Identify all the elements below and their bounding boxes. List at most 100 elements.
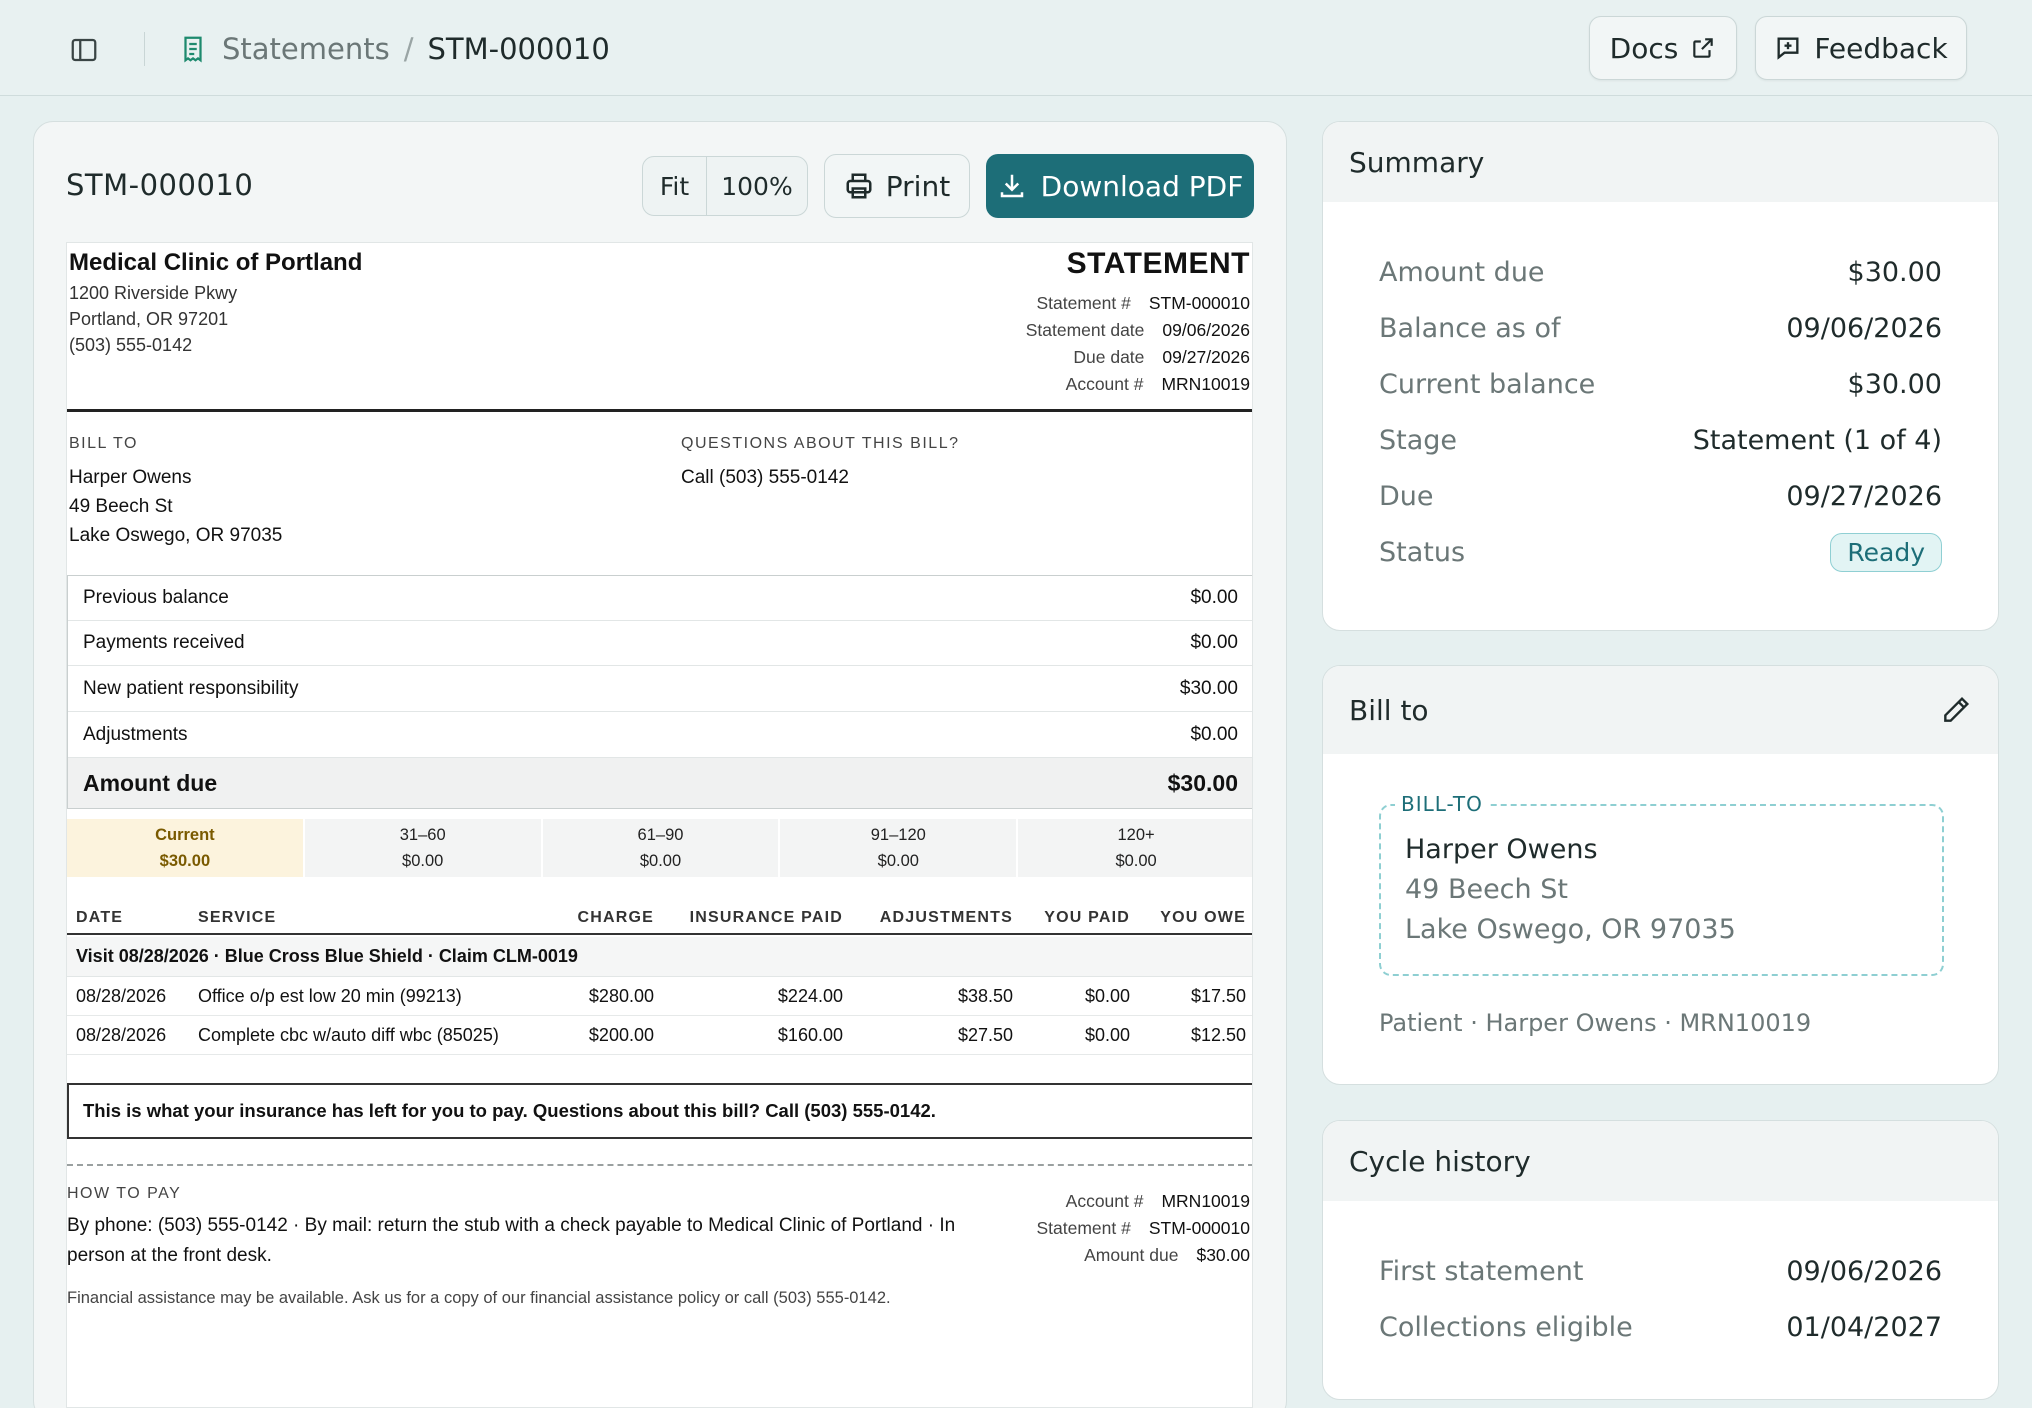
column-header-service: SERVICE xyxy=(198,909,277,926)
summary-row-status: Status Ready xyxy=(1379,532,1942,572)
aging-value: $0.00 xyxy=(402,852,444,870)
summary-label: New patient responsibility xyxy=(83,677,299,699)
feedback-button[interactable]: Feedback xyxy=(1755,16,1967,80)
summary-row-new-responsibility: New patient responsibility $30.00 xyxy=(68,666,1252,712)
feedback-label: Feedback xyxy=(1814,31,1948,65)
meta-label: Statement # xyxy=(1036,293,1131,313)
breadcrumb-statements-link[interactable]: Statements xyxy=(222,32,390,66)
receipt-icon xyxy=(184,36,202,63)
bill-to-label: BILL TO xyxy=(69,435,138,452)
cycle-row-collections-eligible: Collections eligible 01/04/2027 xyxy=(1379,1307,1942,1347)
table-row: 08/28/2026 Office o/p est low 20 min (99… xyxy=(67,977,1252,1016)
kv-label: Status xyxy=(1379,536,1466,568)
cell-charge: $200.00 xyxy=(588,1025,654,1045)
cell-you-owe: $12.50 xyxy=(1190,1025,1246,1045)
stub-account-number: Account # MRN10019 xyxy=(1066,1191,1250,1212)
stub-value: $30.00 xyxy=(1196,1245,1250,1265)
clinic-address-line2: Portland, OR 97201 xyxy=(69,309,229,329)
cell-you-owe: $17.50 xyxy=(1190,986,1246,1006)
stub-value: MRN10019 xyxy=(1161,1191,1250,1211)
top-bar: Statements / STM-000010 Docs Feedback xyxy=(0,0,2032,96)
transactions-header: DATE SERVICE CHARGE INSURANCE PAID ADJUS… xyxy=(67,903,1252,935)
statement-heading: STATEMENT xyxy=(1066,247,1250,280)
aging-value: $0.00 xyxy=(877,852,919,870)
cell-adjustments: $38.50 xyxy=(957,986,1013,1006)
aging-value: $30.00 xyxy=(159,852,211,870)
summary-card-title: Summary xyxy=(1349,145,1485,179)
patient-reference: Patient · Harper Owens · MRN10019 xyxy=(1379,1009,1812,1037)
kv-label: Current balance xyxy=(1379,368,1596,400)
sidebar-toggle-button[interactable] xyxy=(64,30,104,70)
aging-label: 61–90 xyxy=(637,826,684,844)
breadcrumb-separator: / xyxy=(403,32,414,66)
cell-you-paid: $0.00 xyxy=(1084,1025,1130,1045)
aging-label: 31–60 xyxy=(399,826,446,844)
column-header-you-owe: YOU OWE xyxy=(1160,909,1246,926)
print-button[interactable]: Print xyxy=(824,154,970,218)
docs-label: Docs xyxy=(1609,31,1679,65)
cell-service: Office o/p est low 20 min (99213) xyxy=(198,986,462,1006)
cell-date: 08/28/2026 xyxy=(76,986,167,1006)
bill-to-city: Lake Oswego, OR 97035 xyxy=(69,525,283,546)
how-to-pay-text: By phone: (503) 555-0142 · By mail: retu… xyxy=(67,1215,956,1266)
header-rule xyxy=(67,409,1252,412)
aging-value: $0.00 xyxy=(639,852,682,870)
zoom-level-button[interactable]: 100% xyxy=(707,157,807,215)
cell-adjustments: $27.50 xyxy=(957,1025,1013,1045)
summary-value: $0.00 xyxy=(1190,723,1238,745)
meta-value: MRN10019 xyxy=(1161,374,1250,394)
bill-to-card-street: 49 Beech St xyxy=(1405,874,1568,905)
meta-label: Account # xyxy=(1065,374,1144,394)
amount-due-value: $30.00 xyxy=(1167,769,1238,796)
bill-to-card-name: Harper Owens xyxy=(1405,834,1598,865)
kv-label: Balance as of xyxy=(1379,312,1561,344)
how-to-pay-label: HOW TO PAY xyxy=(67,1185,182,1202)
cell-date: 08/28/2026 xyxy=(76,1025,167,1045)
sidebar-toggle-icon xyxy=(71,38,97,62)
header-divider xyxy=(144,32,145,66)
column-header-insurance-paid: INSURANCE PAID xyxy=(689,909,843,926)
download-pdf-button[interactable]: Download PDF xyxy=(986,154,1254,218)
bill-to-address-box[interactable]: BILL-TO Harper Owens 49 Beech St Lake Os… xyxy=(1379,792,1944,976)
tear-line xyxy=(67,1164,1252,1166)
status-badge: Ready xyxy=(1830,532,1942,572)
cycle-row-first-statement: First statement 09/06/2026 xyxy=(1379,1251,1942,1291)
zoom-fit-button[interactable]: Fit xyxy=(643,157,707,215)
kv-label: Collections eligible xyxy=(1379,1311,1633,1343)
external-link-icon xyxy=(1693,38,1714,58)
kv-label: Amount due xyxy=(1379,256,1545,288)
breadcrumb-current: STM-000010 xyxy=(427,32,610,66)
aging-current: Current $30.00 xyxy=(67,819,303,877)
summary-label: Previous balance xyxy=(83,587,229,608)
stub-label: Statement # xyxy=(1036,1218,1131,1238)
bill-to-card-title: Bill to xyxy=(1349,693,1429,727)
summary-card: Summary Amount due $30.00 Balance as of … xyxy=(1322,121,1999,631)
pencil-icon[interactable] xyxy=(1940,694,1972,726)
meta-statement-number: Statement # STM-000010 xyxy=(1036,293,1250,314)
download-label: Download PDF xyxy=(1040,169,1244,203)
kv-value: 09/06/2026 xyxy=(1786,1255,1942,1287)
kv-value: $30.00 xyxy=(1847,256,1942,288)
meta-value: STM-000010 xyxy=(1148,293,1250,313)
bill-to-card-header: Bill to xyxy=(1323,666,1998,754)
cycle-history-header: Cycle history xyxy=(1323,1121,1998,1201)
zoom-controls: Fit 100% xyxy=(642,156,808,216)
cell-charge: $280.00 xyxy=(588,986,654,1006)
printer-icon xyxy=(846,173,872,199)
summary-value: $0.00 xyxy=(1190,587,1238,608)
cycle-history-title: Cycle history xyxy=(1349,1144,1531,1178)
balance-summary-table: Previous balance $0.00 Payments received… xyxy=(67,575,1252,809)
kv-value: 09/06/2026 xyxy=(1786,312,1942,344)
stub-label: Amount due xyxy=(1084,1245,1179,1265)
bill-to-legend: BILL-TO xyxy=(1395,792,1489,816)
bill-to-card-city: Lake Oswego, OR 97035 xyxy=(1405,914,1736,945)
table-row: 08/28/2026 Complete cbc w/auto diff wbc … xyxy=(67,1016,1252,1055)
clinic-phone: (503) 555-0142 xyxy=(69,335,193,355)
kv-value: 09/27/2026 xyxy=(1786,480,1942,512)
kv-label: Due xyxy=(1379,480,1434,512)
meta-value: 09/27/2026 xyxy=(1162,347,1250,367)
amount-due-label: Amount due xyxy=(83,769,218,796)
summary-row-amount-due: Amount due $30.00 xyxy=(68,758,1252,808)
docs-button[interactable]: Docs xyxy=(1589,16,1737,80)
column-header-charge: CHARGE xyxy=(577,909,654,926)
